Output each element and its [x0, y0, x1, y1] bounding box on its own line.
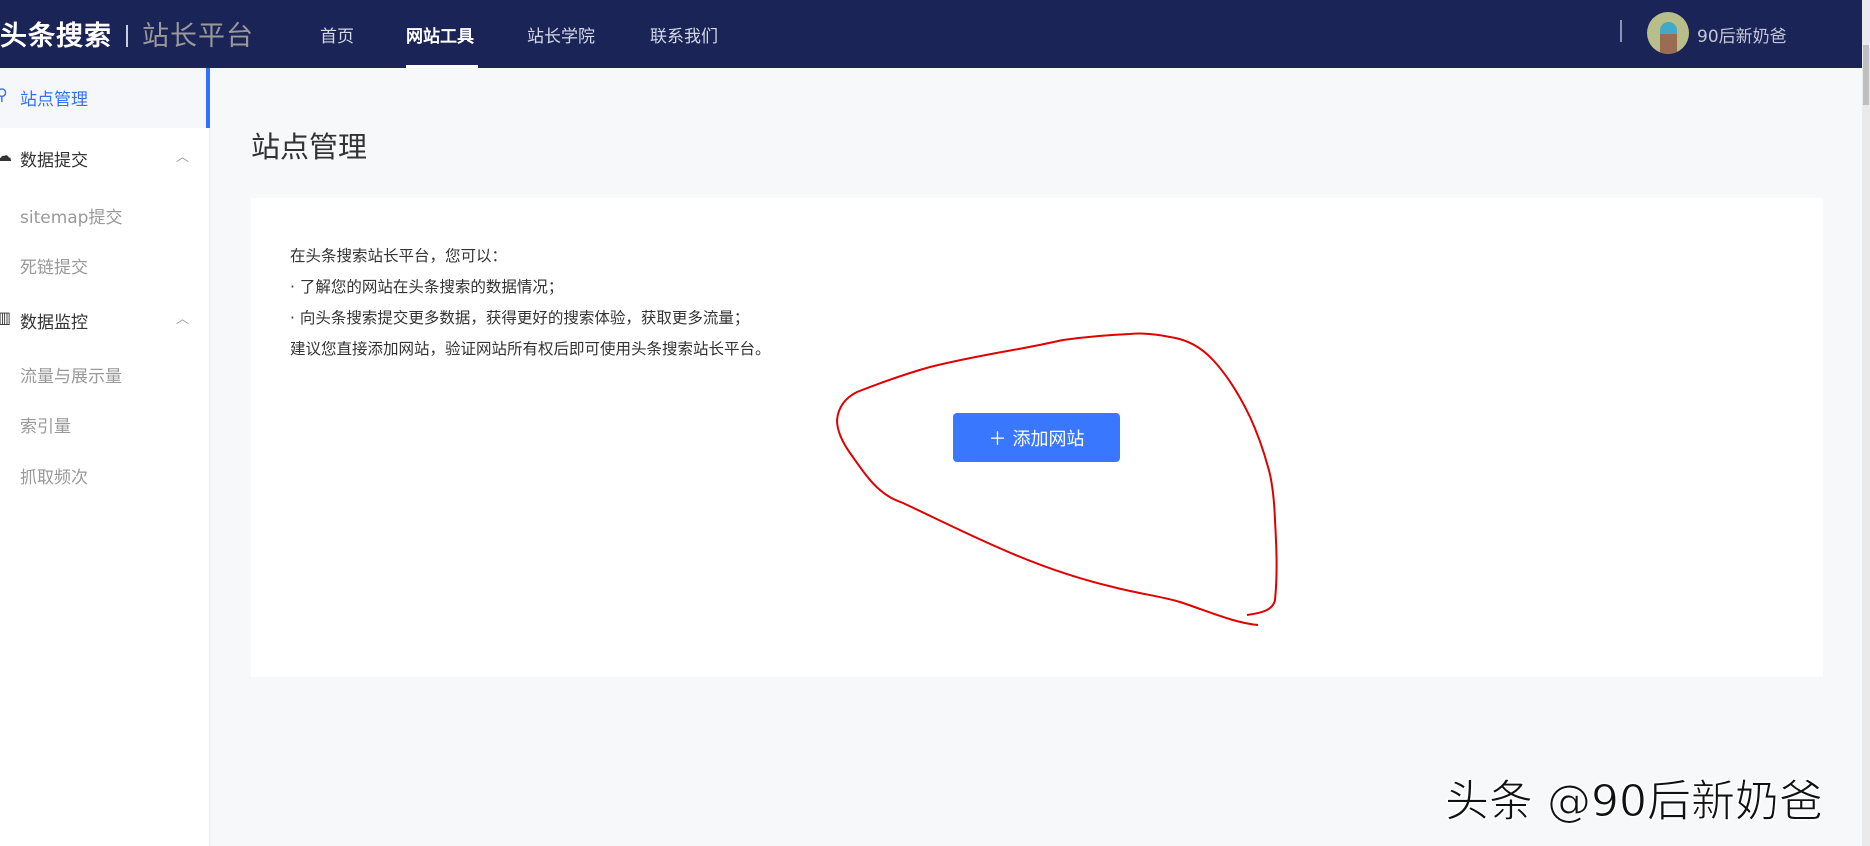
sidebar-item-label: sitemap提交 — [20, 208, 123, 228]
sitemap-icon: ⚲ — [0, 85, 8, 104]
sidebar-item-label: 索引量 — [20, 417, 71, 437]
sidebar-item-site-management[interactable]: ⚲ 站点管理 — [0, 68, 210, 128]
nav-active-indicator — [406, 65, 478, 68]
logo-sub: 站长平台 — [142, 21, 254, 52]
intro-line: 在头条搜索站长平台，您可以： — [290, 247, 508, 265]
nav-contact[interactable]: 联系我们 — [650, 22, 718, 47]
logo-main: 头条搜索 — [0, 21, 112, 52]
top-header: 头条搜索 站长平台 首页 网站工具 站长学院 联系我们 90后新奶爸 — [0, 0, 1862, 68]
scrollbar-thumb[interactable] — [1863, 45, 1869, 105]
chevron-up-icon: ︿ — [176, 150, 190, 165]
page-title: 站点管理 — [251, 130, 368, 164]
intro-line: 建议您直接添加网站，验证网站所有权后即可使用头条搜索站长平台。 — [290, 340, 771, 358]
nav-home[interactable]: 首页 — [320, 22, 354, 47]
scrollbar[interactable] — [1862, 0, 1870, 846]
nav-academy[interactable]: 站长学院 — [527, 22, 595, 47]
sidebar-item-label: 站点管理 — [20, 90, 88, 110]
username[interactable]: 90后新奶爸 — [1697, 22, 1787, 47]
plus-icon: ＋ — [988, 428, 1007, 450]
sidebar-item-label: 死链提交 — [20, 258, 88, 278]
sidebar-item-label: 数据提交 — [20, 151, 88, 171]
intro-card: 在头条搜索站长平台，您可以： · 了解您的网站在头条搜索的数据情况； · 向头条… — [251, 198, 1823, 677]
logo[interactable]: 头条搜索 站长平台 — [0, 14, 254, 53]
intro-line: · 向头条搜索提交更多数据，获得更好的搜索体验，获取更多流量； — [290, 309, 750, 327]
bar-chart-icon: ▥ — [0, 308, 12, 327]
sidebar-item-label: 抓取频次 — [20, 468, 88, 488]
sidebar: ⚲ 站点管理 ☁ 数据提交 ︿ sitemap提交 死链提交 ▥ 数据监控 ︿ 流量与展示… — [0, 68, 210, 846]
sidebar-group-data-submit[interactable]: ☁ 数据提交 ︿ — [0, 146, 210, 176]
intro-line: · 了解您的网站在头条搜索的数据情况； — [290, 278, 564, 296]
sidebar-item-label: 数据监控 — [20, 313, 88, 333]
header-divider — [1620, 20, 1622, 42]
avatar[interactable] — [1647, 12, 1689, 54]
add-site-label: 添加网站 — [1012, 428, 1085, 450]
chevron-up-icon: ︿ — [176, 312, 190, 327]
watermark: 头条 @90后新奶爸 — [1445, 776, 1824, 828]
cloud-upload-icon: ☁ — [0, 146, 12, 165]
logo-divider — [126, 25, 128, 47]
nav-site-tools[interactable]: 网站工具 — [406, 22, 474, 47]
sidebar-item-label: 流量与展示量 — [20, 367, 122, 387]
add-site-button[interactable]: ＋添加网站 — [953, 413, 1120, 462]
